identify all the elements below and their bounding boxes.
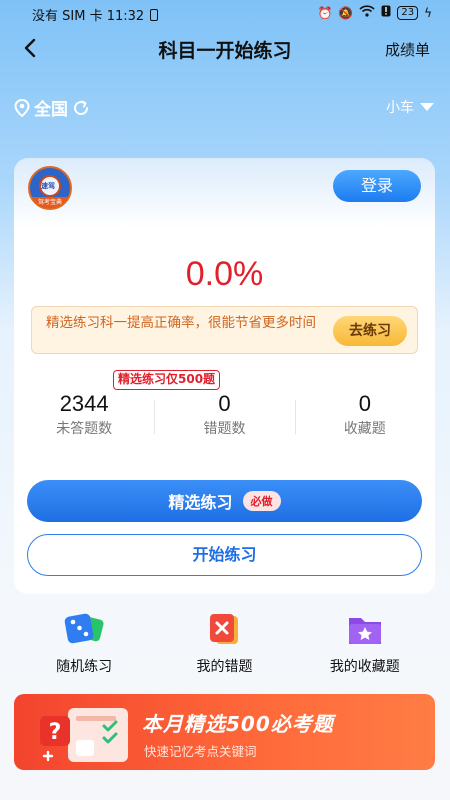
stat-wrong[interactable]: 0 错题数 [154, 390, 294, 446]
notification-icon [381, 5, 391, 20]
quick-action-label: 我的错题 [196, 659, 253, 675]
nav-bar: 科目一开始练习 成绩单 [0, 30, 450, 66]
question-card-illustration: ? [32, 702, 142, 768]
stat-label: 错题数 [203, 421, 246, 437]
refresh-icon[interactable] [72, 99, 90, 117]
battery-icon: 23 [397, 5, 419, 20]
wrong-questions-item[interactable]: 我的错题 [154, 612, 294, 682]
location-pin-icon [14, 98, 30, 117]
page-title: 科目一开始练习 [158, 40, 292, 62]
go-practice-button[interactable]: 去练习 [333, 316, 407, 346]
vehicle-type-label: 小车 [386, 100, 414, 116]
stat-unanswered[interactable]: 2344 未答题数 [14, 390, 154, 446]
app-logo: 速驾 驾考宝典 [28, 166, 72, 210]
quick-action-label: 随机练习 [56, 659, 113, 675]
status-bar: 没有 SIM 卡 11:32 ⏰ 🔕 23 ϟ [0, 0, 450, 26]
wifi-icon [359, 5, 375, 20]
region-label: 全国 [34, 100, 68, 120]
region-selector[interactable]: 全国 [14, 95, 90, 120]
vehicle-type-selector[interactable]: 小车 [386, 97, 434, 117]
quick-actions: 随机练习 我的错题 我的收藏题 [14, 612, 435, 682]
tip-text: 精选练习科一提高正确率，很能节省更多时间 [46, 315, 316, 331]
selected-practice-label: 精选练习 [168, 493, 233, 512]
quick-action-label: 我的收藏题 [329, 659, 400, 675]
stat-label: 未答题数 [56, 421, 113, 437]
accuracy-rate: 0.0% [185, 255, 264, 293]
stat-value: 2344 [59, 391, 109, 416]
alarm-icon: ⏰ [317, 5, 333, 20]
logo-band-text: 驾考宝典 [30, 197, 70, 208]
logo-text: 速驾 [41, 182, 55, 190]
stats-row: 2344 未答题数 0 错题数 0 收藏题 [14, 390, 435, 446]
wrong-questions-icon [200, 612, 248, 648]
login-button[interactable]: 登录 [333, 170, 421, 202]
svg-text:?: ? [49, 720, 62, 745]
start-practice-button[interactable]: 开始练习 [27, 534, 422, 576]
favorites-folder-icon [341, 612, 389, 648]
tip-banner: 精选练习科一提高正确率，很能节省更多时间 去练习 [31, 306, 418, 354]
promo-banner[interactable]: ? 本月精选500必考题 快速记忆考点关键词 [14, 694, 435, 770]
charging-icon: ϟ [424, 5, 432, 20]
selected-practice-button[interactable]: 精选练习 必做 [27, 480, 422, 522]
stat-label: 收藏题 [343, 421, 386, 437]
selected-count-badge: 精选练习仅500题 [113, 370, 221, 390]
stat-value: 0 [218, 391, 231, 416]
stat-value: 0 [358, 391, 371, 416]
favorites-item[interactable]: 我的收藏题 [295, 612, 435, 682]
banner-title: 本月精选500必考题 [142, 712, 334, 736]
battery-saver-icon [150, 8, 159, 21]
must-do-tag: 必做 [242, 491, 281, 511]
dropdown-arrow-icon [420, 103, 434, 111]
mute-icon: 🔕 [338, 5, 354, 20]
banner-subtitle: 快速记忆考点关键词 [144, 744, 257, 759]
score-report-link[interactable]: 成绩单 [385, 39, 430, 60]
status-text: 没有 SIM 卡 11:32 [32, 9, 145, 24]
practice-card: 速驾 驾考宝典 登录 0.0% 精选练习科一提高正确率，很能节省更多时间 去练习… [14, 158, 435, 594]
random-practice-item[interactable]: 随机练习 [14, 612, 154, 682]
dice-icon [60, 612, 108, 648]
stat-favorites[interactable]: 0 收藏题 [294, 390, 435, 446]
